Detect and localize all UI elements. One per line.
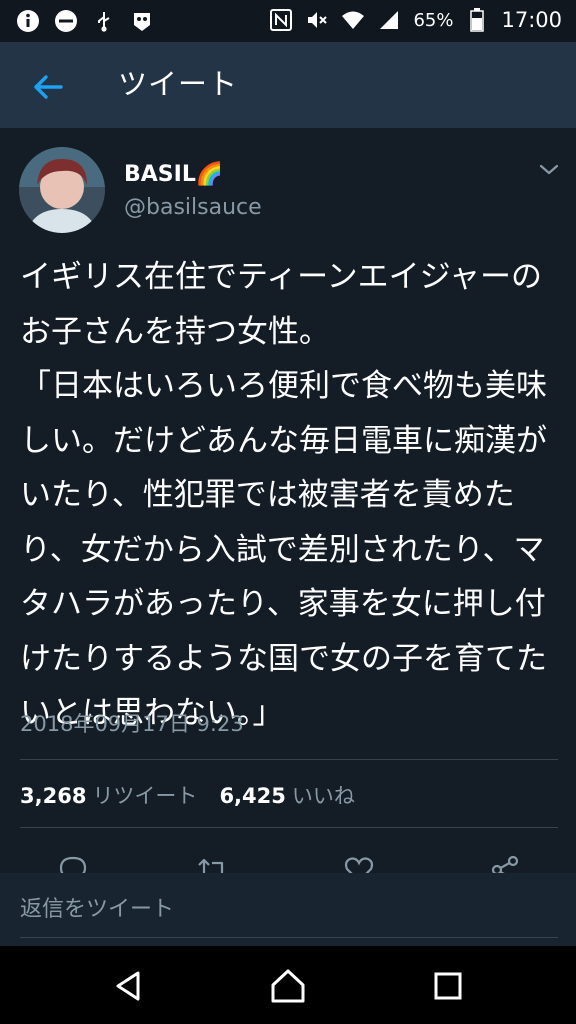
battery-percent: 65% [413, 9, 454, 31]
divider [20, 937, 558, 938]
share-icon[interactable] [488, 853, 522, 873]
like-count[interactable]: 6,425 [219, 781, 285, 811]
do-not-disturb-icon [54, 9, 78, 33]
nav-home-icon[interactable] [268, 966, 308, 1006]
reply-bar[interactable]: 返信をツイート [0, 873, 576, 946]
retweet-label[interactable]: リツイート [92, 781, 197, 811]
like-label[interactable]: いいね [292, 781, 355, 811]
tweet-stats: 3,268 リツイート 6,425 いいね [20, 781, 355, 811]
reply-icon[interactable] [56, 853, 90, 873]
avatar[interactable] [19, 147, 105, 233]
nav-recents-icon[interactable] [428, 966, 468, 1006]
reply-input[interactable]: 返信をツイート [20, 895, 174, 925]
divider [20, 759, 558, 760]
status-bar: 65% 17:00 [0, 0, 576, 42]
retweet-count[interactable]: 3,268 [20, 781, 86, 811]
back-arrow-icon[interactable] [28, 67, 68, 107]
retweet-icon[interactable] [196, 853, 230, 873]
clock: 17:00 [501, 8, 562, 32]
mute-icon [305, 8, 329, 32]
page-title: ツイート [118, 67, 239, 101]
nfc-icon [269, 8, 293, 32]
app-notification-icon [130, 9, 154, 33]
nav-back-icon[interactable] [108, 966, 148, 1006]
like-icon[interactable] [342, 853, 376, 873]
usb-debug-icon [92, 9, 116, 33]
display-name[interactable]: BASIL🌈 [124, 160, 223, 190]
battery-icon [465, 8, 489, 32]
info-icon [16, 9, 40, 33]
app-bar: ツイート [0, 42, 576, 128]
user-handle[interactable]: @basilsauce [124, 193, 262, 223]
divider [20, 827, 558, 828]
chevron-down-icon[interactable] [538, 162, 560, 178]
tweet-text: イギリス在住でティーンエイジャーのお子さんを持つ女性。 「日本はいろいろ便利で食… [20, 259, 547, 731]
tweet-timestamp: 2018年09月17日 9:23 [20, 712, 244, 736]
tweet-actions [0, 845, 576, 873]
signal-icon [377, 8, 401, 32]
navigation-bar [0, 946, 576, 1024]
wifi-icon [341, 8, 365, 32]
